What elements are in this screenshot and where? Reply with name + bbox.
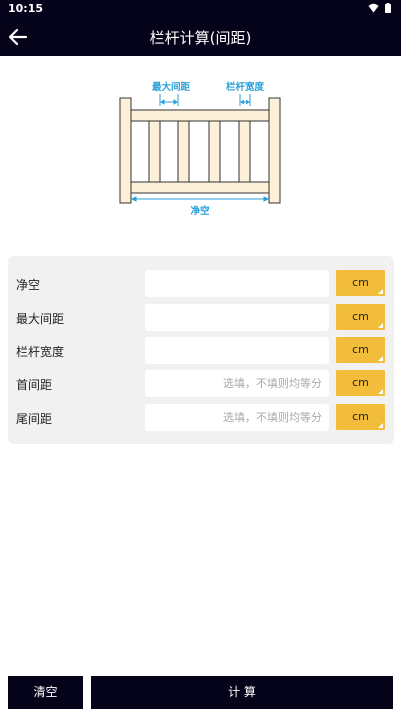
first-spacing-label: 首间距 (16, 378, 53, 392)
page-title: 栏杆计算(间距) (149, 29, 252, 47)
max-spacing-input[interactable] (145, 304, 329, 331)
max-spacing-label: 最大间距 (16, 312, 65, 326)
status-icons (368, 3, 391, 13)
baluster (148, 120, 161, 183)
top-rail (130, 109, 270, 122)
clear-unit-button[interactable]: cm (336, 270, 385, 296)
left-post (119, 97, 132, 204)
rail-width-label: 栏杆宽度 (16, 345, 65, 359)
max-spacing-unit-button[interactable]: cm (336, 304, 385, 330)
unit-label: cm (352, 410, 369, 423)
diagram-label-rail-width: 栏杆宽度 (226, 81, 265, 93)
clear-label: 净空 (16, 278, 41, 292)
form-row-last-spacing: 尾间距 cm (8, 404, 394, 431)
baluster (208, 120, 221, 183)
last-spacing-input[interactable] (145, 404, 329, 431)
rail-width-marker (239, 94, 251, 106)
dropdown-corner-icon (378, 323, 383, 328)
wifi-icon (368, 3, 379, 13)
form-row-clear: 净空 cm (8, 270, 394, 297)
diagram-label-max-spacing: 最大间距 (152, 81, 191, 93)
dropdown-corner-icon (378, 423, 383, 428)
unit-label: cm (352, 276, 369, 289)
form-row-rail-width: 栏杆宽度 cm (8, 337, 394, 364)
railing-diagram: 最大间距 栏杆宽度 净空 (119, 81, 281, 217)
clear-input[interactable] (145, 270, 329, 297)
battery-icon (385, 3, 391, 13)
form-row-max-spacing: 最大间距 cm (8, 304, 394, 331)
clear-span-marker (130, 196, 270, 202)
input-form: 净空 cm 最大间距 cm 栏杆宽度 cm 首间距 cm 尾间距 cm (8, 256, 394, 444)
unit-label: cm (352, 343, 369, 356)
app-bar: 栏杆计算(间距) (0, 18, 401, 56)
unit-label: cm (352, 310, 369, 323)
max-spacing-marker (159, 94, 179, 106)
diagram-label-clear: 净空 (190, 205, 210, 217)
last-spacing-unit-button[interactable]: cm (336, 404, 385, 430)
unit-label: cm (352, 376, 369, 389)
baluster (177, 120, 190, 183)
bottom-rail (130, 181, 270, 194)
clear-button[interactable]: 清空 (8, 676, 83, 709)
dropdown-corner-icon (378, 356, 383, 361)
right-post (268, 97, 281, 204)
status-bar: 10:15 (0, 0, 401, 18)
status-time: 10:15 (8, 2, 44, 15)
rail-width-input[interactable] (145, 337, 329, 364)
last-spacing-label: 尾间距 (16, 412, 53, 426)
dropdown-corner-icon (378, 389, 383, 394)
form-row-first-spacing: 首间距 cm (8, 370, 394, 397)
dropdown-corner-icon (378, 289, 383, 294)
rail-width-unit-button[interactable]: cm (336, 337, 385, 363)
calculate-button[interactable]: 计 算 (91, 676, 393, 709)
first-spacing-unit-button[interactable]: cm (336, 370, 385, 396)
first-spacing-input[interactable] (145, 370, 329, 397)
baluster (238, 120, 251, 183)
